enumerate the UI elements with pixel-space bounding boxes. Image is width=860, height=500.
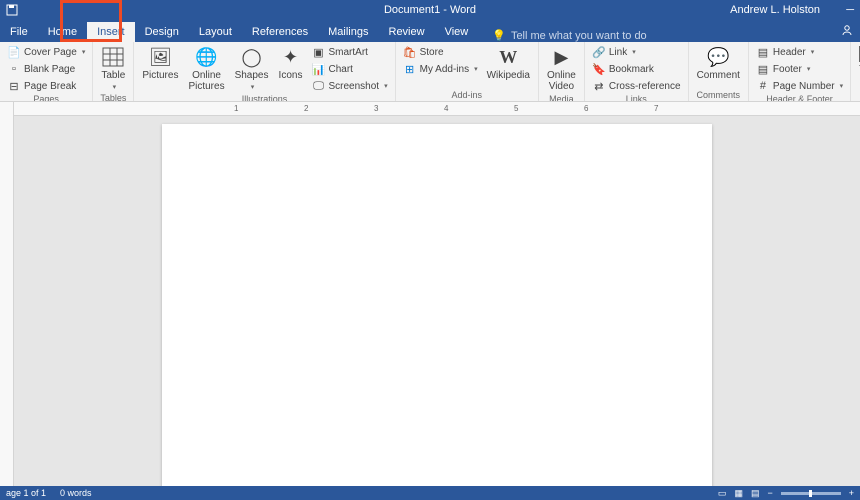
view-read-mode-icon[interactable]: ▭ [718,488,727,499]
ribbon: 📄Cover Page ▫Blank Page ⊟Page Break Page… [0,42,860,102]
minimize-icon[interactable]: ─ [846,4,854,16]
comment-button[interactable]: 💬Comment [693,44,744,83]
online-pictures-icon: 🌐 [195,46,219,68]
group-tables: Table Tables [93,42,134,101]
share-icon[interactable] [840,23,854,37]
document-page[interactable] [162,124,712,486]
title-bar: Document1 - Word Andrew L. Holston ─ [0,0,860,20]
table-button[interactable]: Table [97,44,129,93]
page-indicator[interactable]: age 1 of 1 [6,488,46,498]
horizontal-ruler[interactable]: 1 2 3 4 5 6 7 [14,102,860,116]
store-icon: 🛍 [403,45,417,59]
text-box-button[interactable]: AText Box [855,44,860,98]
vertical-ruler[interactable] [0,102,14,486]
pictures-button[interactable]: 🖼Pictures [138,44,182,83]
chart-icon: 📊 [312,62,326,76]
status-bar: age 1 of 1 0 words ▭ ▦ ▤ − + [0,486,860,500]
view-print-layout-icon[interactable]: ▦ [734,488,743,499]
view-web-layout-icon[interactable]: ▤ [751,488,760,499]
page-canvas[interactable] [14,116,860,486]
page-break-icon: ⊟ [7,79,21,93]
page-number-button[interactable]: #Page Number [753,78,846,94]
tab-layout[interactable]: Layout [189,22,242,42]
zoom-in-icon[interactable]: + [849,488,854,498]
xref-icon: ⇄ [592,79,606,93]
ribbon-tabs: File Home Insert Design Layout Reference… [0,20,860,42]
smartart-icon: ▣ [312,45,326,59]
group-illustrations: 🖼Pictures 🌐Online Pictures ◯Shapes ✦Icon… [134,42,395,101]
icons-icon: ✦ [279,46,303,68]
online-pictures-button[interactable]: 🌐Online Pictures [184,44,228,94]
comment-icon: 💬 [706,46,730,68]
cover-page-icon: 📄 [7,45,21,59]
footer-icon: ▤ [756,62,770,76]
cover-page-button[interactable]: 📄Cover Page [4,44,88,60]
header-button[interactable]: ▤Header [753,44,846,60]
smartart-button[interactable]: ▣SmartArt [309,44,391,60]
store-button[interactable]: 🛍Store [400,44,481,60]
wikipedia-icon: W [496,46,520,68]
footer-button[interactable]: ▤Footer [753,61,846,77]
blank-page-button[interactable]: ▫Blank Page [4,61,88,77]
tab-insert[interactable]: Insert [87,22,135,42]
page-number-icon: # [756,79,770,93]
bookmark-icon: 🔖 [592,62,606,76]
shapes-button[interactable]: ◯Shapes [231,44,273,93]
page-break-button[interactable]: ⊟Page Break [4,78,88,94]
group-addins: 🛍Store ⊞My Add-ins WWikipedia Add-ins [396,42,539,101]
group-media: ▶Online Video Media [539,42,585,101]
document-title: Document1 - Word [384,4,476,16]
addins-icon: ⊞ [403,62,417,76]
my-addins-button[interactable]: ⊞My Add-ins [400,61,481,77]
screenshot-icon: 🖵 [312,79,326,93]
pictures-icon: 🖼 [148,46,172,68]
bookmark-button[interactable]: 🔖Bookmark [589,61,684,77]
tab-mailings[interactable]: Mailings [318,22,378,42]
screenshot-button[interactable]: 🖵Screenshot [309,78,391,94]
online-video-button[interactable]: ▶Online Video [543,44,580,94]
user-name[interactable]: Andrew L. Holston [730,4,820,16]
wikipedia-button[interactable]: WWikipedia [483,44,534,83]
link-icon: 🔗 [592,45,606,59]
zoom-slider[interactable] [781,492,841,495]
tab-home[interactable]: Home [38,22,87,42]
tab-file[interactable]: File [0,22,38,42]
group-links: 🔗Link 🔖Bookmark ⇄Cross-reference Links [585,42,689,101]
chart-button[interactable]: 📊Chart [309,61,391,77]
lightbulb-icon: 💡 [492,29,506,42]
table-icon [101,46,125,68]
save-icon[interactable] [6,4,18,16]
icons-button[interactable]: ✦Icons [275,44,307,83]
blank-page-icon: ▫ [7,62,21,76]
group-comments: 💬Comment Comments [689,42,749,101]
tab-review[interactable]: Review [379,22,435,42]
zoom-out-icon[interactable]: − [767,488,772,498]
tab-view[interactable]: View [435,22,479,42]
link-button[interactable]: 🔗Link [589,44,684,60]
word-count[interactable]: 0 words [60,488,92,498]
tab-references[interactable]: References [242,22,318,42]
tab-design[interactable]: Design [135,22,189,42]
shapes-icon: ◯ [240,46,264,68]
group-text: AText Box ▦Quick Parts AWordArt A̲Drop C… [851,42,860,101]
video-icon: ▶ [549,46,573,68]
header-icon: ▤ [756,45,770,59]
cross-reference-button[interactable]: ⇄Cross-reference [589,78,684,94]
tell-me-search[interactable]: 💡 Tell me what you want to do [492,29,646,42]
group-pages: 📄Cover Page ▫Blank Page ⊟Page Break Page… [0,42,93,101]
document-area: 1 2 3 4 5 6 7 [0,102,860,486]
group-header-footer: ▤Header ▤Footer #Page Number Header & Fo… [749,42,851,101]
